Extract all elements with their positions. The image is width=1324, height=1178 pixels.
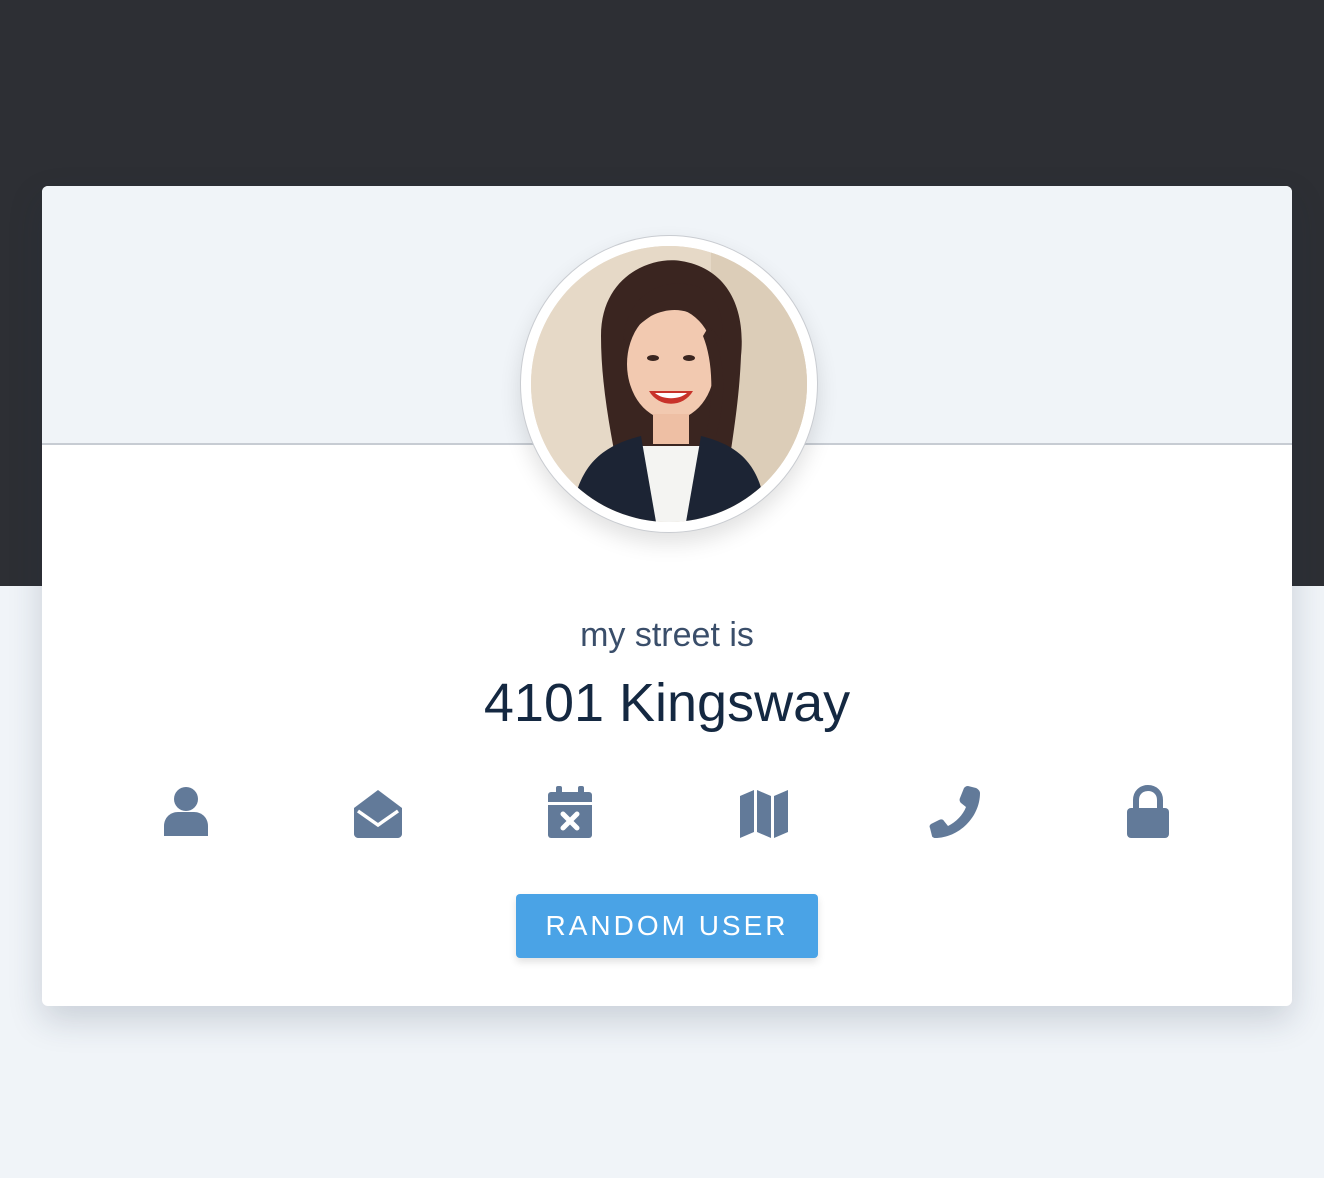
page: my street is 4101 Kingsway RANDOM USER <box>0 0 1324 1178</box>
info-icon-bar <box>42 784 1292 840</box>
phone-icon[interactable] <box>928 784 984 840</box>
avatar <box>531 246 807 522</box>
avatar-photo <box>531 246 807 522</box>
field-value: 4101 Kingsway <box>483 673 851 733</box>
envelope-open-icon[interactable] <box>350 784 406 840</box>
calendar-x-icon[interactable] <box>542 784 598 840</box>
random-user-button[interactable]: RANDOM USER <box>516 894 818 958</box>
lock-icon[interactable] <box>1120 784 1176 840</box>
map-icon[interactable] <box>736 784 792 840</box>
field-label: my street is <box>580 616 754 654</box>
user-icon[interactable] <box>158 784 214 840</box>
user-card: my street is 4101 Kingsway RANDOM USER <box>42 186 1292 1006</box>
avatar-frame <box>520 235 818 533</box>
